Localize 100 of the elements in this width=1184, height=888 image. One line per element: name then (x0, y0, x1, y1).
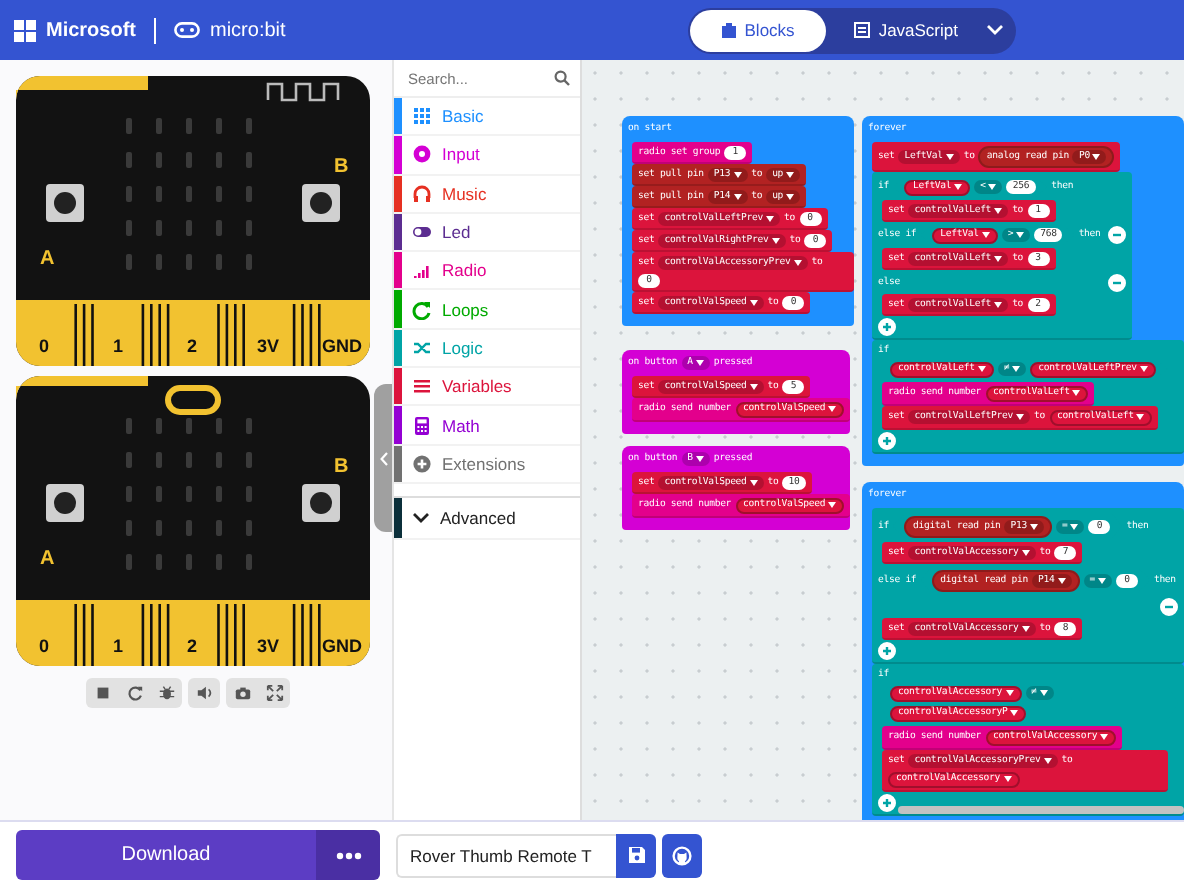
camera-icon (233, 684, 251, 702)
editor-tab[interactable]: Blocks (690, 9, 827, 51)
caret-icon (786, 193, 795, 199)
plus-icon[interactable] (878, 318, 896, 336)
calculator-icon (412, 415, 432, 436)
puzzle-icon (722, 22, 737, 38)
pin-label: 2 (187, 336, 197, 356)
pin-label: 1 (113, 336, 123, 356)
minus-icon[interactable] (1160, 597, 1178, 615)
lines-icon (412, 376, 432, 397)
category-label: Advanced (440, 507, 516, 528)
category-label: Logic (442, 337, 483, 358)
caret-icon (994, 207, 1003, 213)
pin-label: 0 (39, 336, 49, 356)
button-label: B (334, 156, 349, 178)
category-item[interactable]: Extensions (394, 445, 580, 484)
project-name-field[interactable]: Rover Thumb Remote T (396, 833, 616, 877)
caret-icon (994, 255, 1003, 261)
restart-icon (125, 684, 143, 702)
category-label: Music (442, 183, 487, 204)
caret-icon (771, 237, 780, 243)
caret-icon (1012, 366, 1021, 372)
grid-icon (412, 106, 432, 127)
chevron-down-icon (412, 511, 430, 524)
plus-icon[interactable] (878, 794, 896, 812)
category-item[interactable]: Math (394, 406, 580, 446)
circular-arrow-icon (412, 299, 432, 320)
save-button[interactable] (616, 833, 656, 877)
category-label: Input (442, 144, 480, 165)
caret-icon (766, 215, 775, 221)
caret-icon (1097, 577, 1106, 583)
button-label: B (334, 456, 349, 478)
category-item[interactable]: Input (394, 136, 580, 176)
logo-icon (165, 385, 221, 415)
caret-icon (1003, 776, 1012, 782)
minus-icon[interactable] (1108, 226, 1127, 244)
category-item[interactable]: Music (394, 175, 580, 214)
caret-icon (1016, 414, 1025, 420)
caret-icon (977, 366, 986, 372)
plus-icon[interactable] (878, 432, 896, 450)
caret-icon (981, 232, 990, 238)
category-label: Math (442, 415, 480, 436)
edge-connector (16, 76, 148, 100)
category-item[interactable]: Radio (394, 252, 580, 291)
more-button[interactable] (316, 830, 380, 880)
caret-icon (1057, 577, 1066, 583)
pin-label: 2 (187, 636, 197, 656)
caret-icon (994, 301, 1003, 307)
download-button[interactable]: Download (16, 830, 316, 880)
push-button[interactable] (302, 484, 340, 522)
caret-icon (749, 299, 758, 305)
category-label: Variables (442, 376, 512, 397)
category-item[interactable]: Led (394, 213, 580, 253)
caret-icon (749, 383, 758, 389)
headphones-icon (412, 183, 432, 204)
pin-label: 1 (113, 636, 123, 656)
caret-icon (1030, 523, 1039, 529)
dots-icon (335, 851, 361, 859)
caret-icon (695, 456, 704, 462)
board-logo-icon (174, 22, 200, 38)
minus-icon[interactable] (1108, 273, 1127, 291)
caret-icon (828, 406, 837, 412)
category-label: Basic (442, 106, 484, 127)
target-icon (412, 144, 432, 165)
scrollbar[interactable] (898, 806, 1184, 814)
category-label: Loops (442, 299, 489, 320)
repository-button[interactable] (662, 833, 702, 877)
button-label: A (40, 248, 55, 270)
category-item[interactable]: Advanced (394, 495, 580, 540)
toggle-icon (412, 222, 432, 243)
category-label: Radio (442, 260, 487, 281)
caret-icon (1021, 549, 1030, 555)
caret-icon (1139, 366, 1148, 372)
push-button[interactable] (302, 184, 340, 222)
category-label: Extensions (442, 453, 526, 474)
category-item[interactable]: Variables (394, 368, 580, 407)
editor-tab[interactable]: JavaScript (834, 9, 978, 51)
caret-icon (1043, 757, 1052, 763)
caret-icon (1005, 690, 1014, 696)
button-label: A (40, 548, 55, 570)
chevron-left-icon (379, 451, 387, 465)
caret-icon (1010, 710, 1019, 716)
stop-icon (93, 684, 111, 702)
speaker-icon (195, 684, 213, 702)
search-icon (554, 70, 570, 86)
caret-icon (1072, 390, 1081, 396)
collapse-handle[interactable] (374, 384, 392, 532)
pin-label: 3V (257, 636, 279, 656)
push-button[interactable] (46, 484, 84, 522)
signal-bars-icon (412, 260, 432, 281)
wave-logo-icon (266, 82, 340, 102)
brand-name: Microsoft (46, 19, 136, 41)
chevron-down-icon[interactable] (986, 24, 1004, 36)
plus-icon[interactable] (878, 642, 896, 660)
push-button[interactable] (46, 184, 84, 222)
fullscreen-icon (265, 684, 283, 702)
caret-icon (1100, 734, 1109, 740)
plus-circle-icon (412, 453, 432, 474)
caret-icon (733, 171, 742, 177)
pin-label: GND (322, 636, 362, 656)
